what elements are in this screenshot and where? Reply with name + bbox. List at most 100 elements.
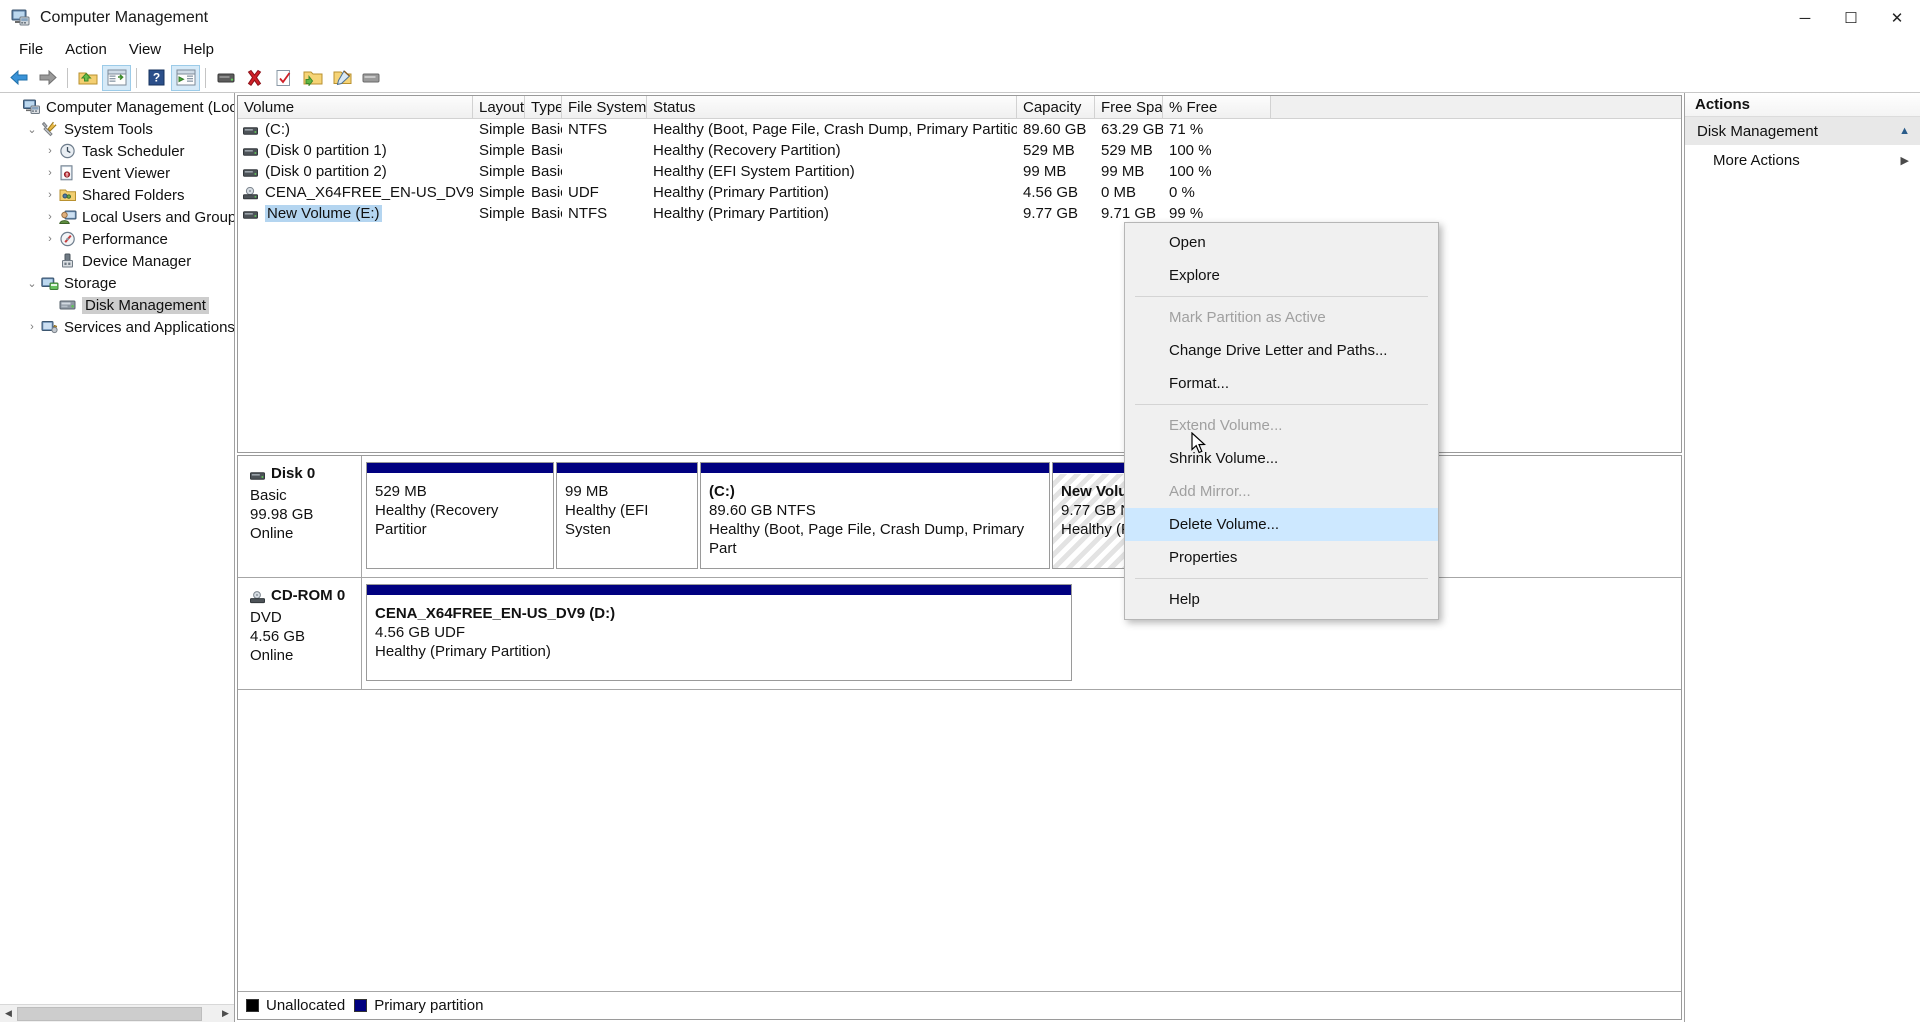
up-folder-icon[interactable] [73,65,102,91]
column-header-volume[interactable]: Volume [238,96,473,118]
volume-cell: CENA_X64FREE_EN-US_DV9 (D:) [238,184,473,201]
menu-file[interactable]: File [8,38,54,61]
tree-item-label: Local Users and Groups [82,209,234,226]
delete-icon[interactable] [240,65,269,91]
context-menu-item-open[interactable]: Open [1125,226,1438,259]
tree-expander-icon[interactable]: › [41,211,59,223]
menu-action[interactable]: Action [54,38,118,61]
tree-expander-icon[interactable]: › [41,189,59,201]
tree-expander-icon[interactable]: ⌄ [23,277,41,290]
back-icon[interactable] [4,65,33,91]
menu-separator [1135,578,1428,579]
column-header-capacity[interactable]: Capacity [1017,96,1095,118]
cell-capacity: 529 MB [1017,142,1095,159]
cdrom-icon [243,187,258,198]
tree-item-label: Services and Applications [64,319,234,336]
eventviewer-icon [59,165,77,181]
export-list-icon[interactable] [327,65,356,91]
tree-item-device-manager[interactable]: Device Manager [0,250,234,272]
partition-size: 4.56 GB UDF [375,623,1063,642]
forward-icon[interactable] [33,65,62,91]
tree-expander-icon[interactable]: › [41,233,59,245]
graphical-disk-view[interactable]: Disk 0Basic99.98 GBOnline529 MBHealthy (… [237,455,1682,1020]
context-menu-item-change-drive-letter-and-paths[interactable]: Change Drive Letter and Paths... [1125,334,1438,367]
partition-title: (C:) [709,482,1041,501]
menu-view[interactable]: View [118,38,172,61]
show-action-pane-icon[interactable] [171,65,200,91]
partition-status: Healthy (EFI Systen [565,501,689,539]
scroll-right-icon[interactable]: ▶ [217,1005,234,1023]
tree-horizontal-scrollbar[interactable]: ◀ ▶ [0,1004,234,1022]
disk-icon[interactable] [211,65,240,91]
tree-item-task-scheduler[interactable]: ›Task Scheduler [0,140,234,162]
context-menu-item-shrink-volume[interactable]: Shrink Volume... [1125,442,1438,475]
help-icon[interactable]: ? [142,65,171,91]
volume-row[interactable]: (Disk 0 partition 2)SimpleBasicHealthy (… [238,161,1681,182]
tree-item-local-users-and-groups[interactable]: › Local Users and Groups [0,206,234,228]
volume-row[interactable]: (Disk 0 partition 1)SimpleBasicHealthy (… [238,140,1681,161]
services-icon [41,319,59,335]
minimize-button[interactable]: ─ [1782,0,1828,36]
tree-item-performance[interactable]: ›Performance [0,228,234,250]
disk-management-pane: VolumeLayoutTypeFile SystemStatusCapacit… [235,93,1685,1022]
partition-size: 99 MB [565,482,689,501]
scrollbar-thumb[interactable] [17,1007,202,1021]
new-folder-icon[interactable] [298,65,327,91]
tree-item-system-tools[interactable]: ⌄System Tools [0,118,234,140]
context-menu[interactable]: OpenExploreMark Partition as ActiveChang… [1124,222,1439,620]
partition[interactable]: 529 MBHealthy (Recovery Partitior [366,462,554,569]
column-header-free[interactable]: % Free [1163,96,1271,118]
volume-row[interactable]: New Volume (E:)SimpleBasicNTFSHealthy (P… [238,203,1681,224]
tools-icon [41,121,59,137]
cell-filesystem: UDF [562,184,647,201]
volume-list[interactable]: VolumeLayoutTypeFile SystemStatusCapacit… [237,95,1682,453]
disk-row[interactable]: Disk 0Basic99.98 GBOnline529 MBHealthy (… [238,456,1681,578]
tree-item-event-viewer[interactable]: ›Event Viewer [0,162,234,184]
column-header-type[interactable]: Type [525,96,562,118]
properties-icon[interactable] [269,65,298,91]
column-header-free-space[interactable]: Free Space [1095,96,1163,118]
tree-item-shared-folders[interactable]: ›Shared Folders [0,184,234,206]
partition[interactable]: 99 MBHealthy (EFI Systen [556,462,698,569]
disk-name-row: Disk 0 [250,464,361,483]
tree-expander-icon[interactable]: › [23,321,41,333]
chevron-right-icon[interactable]: ▶ [1901,154,1909,167]
volume-row[interactable]: (C:)SimpleBasicNTFSHealthy (Boot, Page F… [238,119,1681,140]
tree-item-storage[interactable]: ⌄Storage [0,272,234,294]
show-hide-console-tree-icon[interactable] [102,65,131,91]
tree-item-disk-management[interactable]: Disk Management [0,294,234,316]
disk-row[interactable]: CD-ROM 0DVD4.56 GBOnlineCENA_X64FREE_EN-… [238,578,1681,690]
diskmanagement-icon [59,297,77,313]
context-menu-item-properties[interactable]: Properties [1125,541,1438,574]
partition-size: 89.60 GB NTFS [709,501,1041,520]
tree-expander-icon[interactable]: › [41,167,59,179]
context-menu-item-explore[interactable]: Explore [1125,259,1438,292]
scroll-left-icon[interactable]: ◀ [0,1005,17,1023]
context-menu-item-extend-volume: Extend Volume... [1125,409,1438,442]
tree-item-computer-management-local[interactable]: Computer Management (Local [0,96,234,118]
close-button[interactable]: ✕ [1874,0,1920,36]
volume-name: CENA_X64FREE_EN-US_DV9 (D:) [265,184,473,201]
chevron-up-icon[interactable]: ▲ [1899,125,1910,137]
context-menu-item-format[interactable]: Format... [1125,367,1438,400]
column-header-status[interactable]: Status [647,96,1017,118]
actions-item-more-actions[interactable]: More Actions ▶ [1685,145,1920,175]
actions-section-disk-management[interactable]: Disk Management ▲ [1685,117,1920,145]
context-menu-item-delete-volume[interactable]: Delete Volume... [1125,508,1438,541]
maximize-button[interactable]: ☐ [1828,0,1874,36]
column-header-file-system[interactable]: File System [562,96,647,118]
volume-row[interactable]: CENA_X64FREE_EN-US_DV9 (D:)SimpleBasicUD… [238,182,1681,203]
partition-color-bar [701,463,1049,474]
column-header-layout[interactable]: Layout [473,96,525,118]
disk-info[interactable]: Disk 0Basic99.98 GBOnline [238,456,362,577]
menu-help[interactable]: Help [172,38,225,61]
context-menu-item-help[interactable]: Help [1125,583,1438,616]
tree-item-services-and-applications[interactable]: › Services and Applications [0,316,234,338]
console-tree-pane: Computer Management (Local⌄System Tools›… [0,93,235,1022]
partition[interactable]: CENA_X64FREE_EN-US_DV9 (D:)4.56 GB UDFHe… [366,584,1072,681]
tree-expander-icon[interactable]: › [41,145,59,157]
tree-expander-icon[interactable]: ⌄ [23,123,41,136]
disk-info[interactable]: CD-ROM 0DVD4.56 GBOnline [238,578,362,689]
rescan-disks-icon[interactable] [356,65,385,91]
partition[interactable]: (C:)89.60 GB NTFSHealthy (Boot, Page Fil… [700,462,1050,569]
